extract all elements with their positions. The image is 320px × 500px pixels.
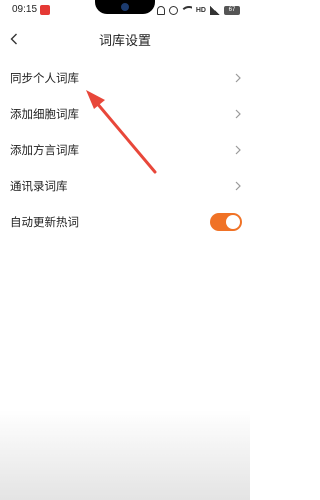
status-bar: 09:15 HD 67 <box>0 0 250 22</box>
settings-item-label: 通讯录词库 <box>10 179 68 193</box>
notification-app-icon <box>40 5 50 15</box>
settings-item-sync-personal-lexicon[interactable]: 同步个人词库 <box>0 60 250 96</box>
notification-bell-icon <box>156 5 165 15</box>
toggle-knob <box>226 215 240 229</box>
settings-item-label: 添加方言词库 <box>10 143 79 157</box>
settings-item-contacts-lexicon[interactable]: 通讯录词库 <box>0 168 250 204</box>
page-header: 词库设置 <box>0 26 250 52</box>
settings-item-add-dialect-lexicon[interactable]: 添加方言词库 <box>0 132 250 168</box>
status-icons: HD 67 <box>156 4 240 16</box>
auto-update-toggle[interactable] <box>210 213 242 231</box>
front-camera-icon <box>121 3 129 11</box>
bottom-gradient <box>0 410 250 500</box>
back-button[interactable] <box>4 28 24 50</box>
settings-item-auto-update-hot-words: 自动更新热词 <box>0 204 250 240</box>
chevron-right-icon <box>235 145 241 155</box>
page-title: 词库设置 <box>98 34 151 49</box>
chevron-right-icon <box>235 181 241 191</box>
settings-list: 同步个人词库 添加细胞词库 添加方言词库 通讯录词库 自动更新热词 <box>0 60 250 240</box>
alarm-icon <box>168 5 178 15</box>
settings-item-add-cell-lexicon[interactable]: 添加细胞词库 <box>0 96 250 132</box>
settings-item-label: 自动更新热词 <box>10 215 79 229</box>
settings-item-label: 添加细胞词库 <box>10 107 79 121</box>
status-time: 09:15 <box>12 4 38 15</box>
battery-icon: 67 <box>224 5 240 15</box>
cell-signal-icon <box>210 5 220 15</box>
chevron-right-icon <box>235 109 241 119</box>
chevron-right-icon <box>235 73 241 83</box>
back-arrow-icon <box>10 33 17 45</box>
settings-item-label: 同步个人词库 <box>10 71 79 85</box>
hd-network-label: HD <box>195 6 206 14</box>
wifi-icon <box>181 6 192 14</box>
